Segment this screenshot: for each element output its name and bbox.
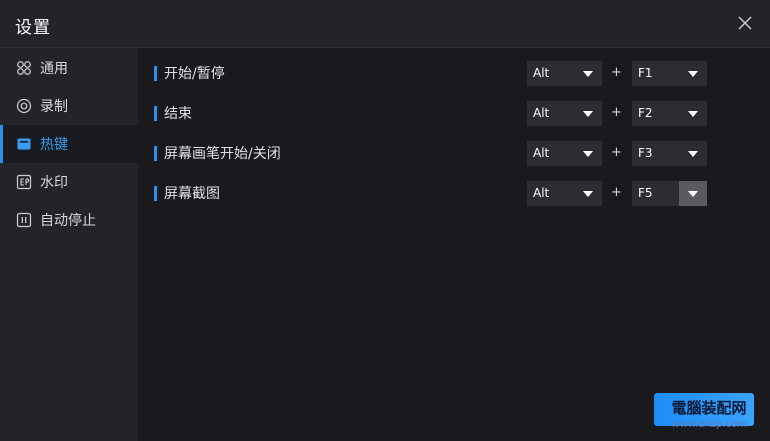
key-value: F1 — [638, 66, 653, 80]
plus-sign: + — [611, 105, 622, 120]
hotkey-settings-panel: 开始/暂停 Alt + F1 结束 Alt + F2 屏幕画笔开始/关闭 Alt… — [138, 48, 770, 441]
keyboard-icon — [16, 136, 32, 152]
primary-button[interactable] — [654, 393, 754, 426]
chevron-down-icon — [574, 61, 602, 86]
sidebar-item-label: 通用 — [40, 61, 68, 77]
title-bar: 设置 — [0, 0, 770, 48]
hotkey-row-start-pause: 开始/暂停 Alt + F1 — [138, 61, 770, 87]
plus-sign: + — [611, 145, 622, 160]
modifier-select[interactable]: Alt — [527, 61, 602, 86]
modifier-select[interactable]: Alt — [527, 101, 602, 126]
sidebar-item-label: 水印 — [40, 175, 68, 191]
key-select[interactable]: F2 — [632, 101, 707, 126]
sidebar-item-record[interactable]: 录制 — [0, 87, 138, 125]
chevron-down-icon — [679, 101, 707, 126]
chevron-down-icon — [574, 141, 602, 166]
chevron-down-icon — [679, 61, 707, 86]
sidebar-item-label: 自动停止 — [40, 213, 96, 229]
modifier-value: Alt — [533, 186, 550, 200]
close-button[interactable] — [736, 14, 754, 32]
chevron-down-icon — [679, 181, 707, 206]
hotkey-label: 结束 — [154, 105, 192, 123]
key-value: F2 — [638, 106, 653, 120]
chevron-down-icon — [574, 101, 602, 126]
key-select[interactable]: F3 — [632, 141, 707, 166]
sidebar-item-hotkeys[interactable]: 热键 — [0, 125, 138, 163]
sidebar-item-label: 热键 — [40, 137, 68, 153]
modifier-select[interactable]: Alt — [527, 181, 602, 206]
hotkey-row-end: 结束 Alt + F2 — [138, 101, 770, 127]
hotkey-label: 屏幕截图 — [154, 185, 220, 203]
chevron-down-icon — [574, 181, 602, 206]
sidebar-item-auto-stop[interactable]: 自动停止 — [0, 201, 138, 239]
hotkey-row-screenshot: 屏幕截图 Alt + F5 — [138, 181, 770, 207]
settings-window: 设置 通用 录制 热键 水印 自动停止 开始/暂停 Alt + F1 结束 Al… — [0, 0, 770, 441]
chevron-down-icon — [679, 141, 707, 166]
modifier-select[interactable]: Alt — [527, 141, 602, 166]
key-value: F3 — [638, 146, 653, 160]
key-value: F5 — [638, 186, 653, 200]
hotkey-label: 屏幕画笔开始/关闭 — [154, 145, 281, 163]
watermark-icon — [16, 174, 32, 190]
sidebar-item-general[interactable]: 通用 — [0, 49, 138, 87]
sidebar: 通用 录制 热键 水印 自动停止 — [0, 48, 138, 441]
grid-icon — [16, 60, 32, 76]
hotkey-row-screen-pen: 屏幕画笔开始/关闭 Alt + F3 — [138, 141, 770, 167]
key-select[interactable]: F1 — [632, 61, 707, 86]
window-title: 设置 — [15, 18, 51, 38]
plus-sign: + — [611, 185, 622, 200]
hotkey-label: 开始/暂停 — [154, 65, 225, 83]
modifier-value: Alt — [533, 106, 550, 120]
modifier-value: Alt — [533, 66, 550, 80]
key-select[interactable]: F5 — [632, 181, 707, 206]
sidebar-item-watermark[interactable]: 水印 — [0, 163, 138, 201]
close-icon — [738, 16, 752, 30]
modifier-value: Alt — [533, 146, 550, 160]
plus-sign: + — [611, 65, 622, 80]
pause-box-icon — [16, 212, 32, 228]
record-icon — [16, 98, 32, 114]
sidebar-item-label: 录制 — [40, 99, 68, 115]
